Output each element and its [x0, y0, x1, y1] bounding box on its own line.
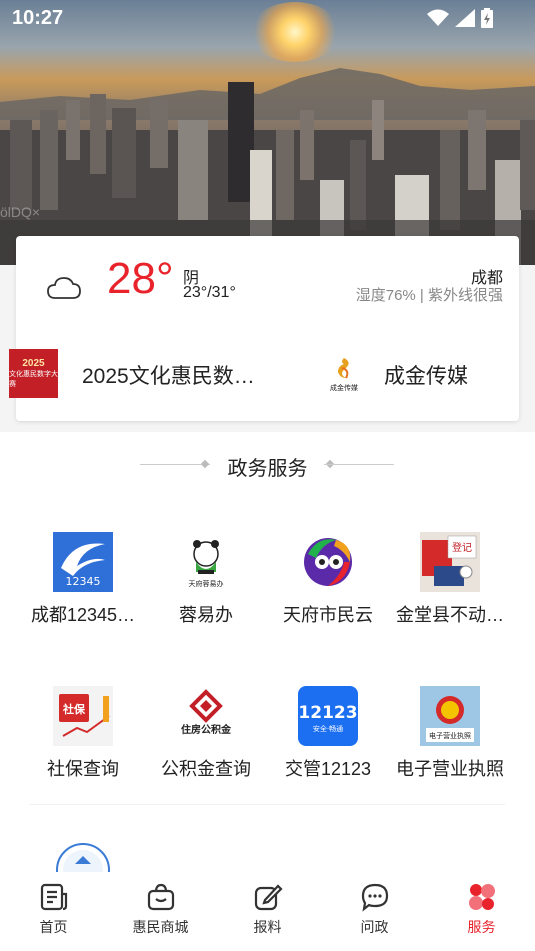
service-item[interactable]: 电子营业执照 电子营业执照 — [389, 686, 511, 781]
service-item[interactable]: 天府蓉易办 蓉易办 — [145, 532, 267, 627]
shopping-bag-icon — [147, 883, 174, 911]
cloudy-icon — [47, 277, 81, 299]
nav-inquiry[interactable]: 问政 — [321, 872, 428, 951]
icon-text: 登记 — [452, 541, 472, 554]
service-item[interactable]: 12345 成都12345… — [22, 532, 144, 627]
wifi-icon — [427, 9, 449, 26]
chengjin-media-logo-icon[interactable]: 成金传媒 — [324, 354, 364, 394]
social-security-icon: 社保 — [53, 686, 113, 746]
service-label: 社保查询 — [47, 759, 119, 779]
icon-subtext: 安全·畅通 — [313, 724, 343, 733]
status-bar: 10:27 — [0, 0, 535, 36]
hero-banner[interactable]: ölDQ× — [0, 0, 535, 265]
weather-details: 湿度76% | 紫外线很强 — [355, 287, 503, 304]
icon-text: 12123 — [298, 703, 357, 723]
icon-text: 电子营业执照 — [429, 731, 471, 740]
service-item[interactable]: 住房公积金 公积金查询 — [145, 686, 267, 781]
service-badge-icon — [53, 840, 113, 872]
service-item[interactable]: 12123 安全·畅通 交管12123 — [267, 686, 389, 781]
thumb-text: 文化惠民数字大赛 — [9, 371, 58, 388]
nav-label: 报料 — [253, 919, 282, 935]
service-item[interactable]: 社保 社保查询 — [22, 686, 144, 781]
thumb-year: 2025 — [22, 358, 45, 369]
service-label: 电子营业执照 — [396, 759, 504, 779]
service-label: 交管12123 — [284, 759, 372, 779]
hero-watermark: ölDQ× — [0, 204, 41, 220]
weather-card[interactable]: 28° 阴 23°/31° 成都 湿度76% | 紫外线很强 2025 文化惠民… — [9, 236, 519, 421]
bottom-navigation: 首页 惠民商城 报料 问政 服务 — [0, 872, 535, 951]
nav-home[interactable]: 首页 — [0, 872, 107, 951]
icon-text: 社保 — [62, 702, 86, 716]
temperature-value: 28° — [107, 254, 174, 303]
promo-row: 2025 文化惠民数字大赛 2025文化惠民数… 成金传媒 成金传媒 — [9, 346, 519, 400]
title-divider-right — [324, 464, 394, 465]
services-icon — [468, 884, 495, 910]
edit-icon — [254, 884, 283, 911]
jintang-property-icon: 登记 — [420, 532, 480, 592]
service-item-partial[interactable] — [22, 840, 144, 872]
service-label: 金堂县不动… — [396, 605, 504, 625]
tianfu-cloud-icon — [298, 532, 358, 592]
business-license-icon: 电子营业执照 — [420, 686, 480, 746]
document-icon — [40, 883, 67, 911]
nav-label: 首页 — [39, 919, 68, 935]
battery-icon — [481, 8, 493, 28]
service-item[interactable]: 登记 金堂县不动… — [389, 532, 511, 627]
icon-text: 住房公积金 — [181, 723, 232, 736]
services-section: 政务服务 12345 成都12345… 天府蓉易办 蓉易办 天府市民云 登记 金… — [0, 432, 535, 872]
chengdu-12345-icon: 12345 — [53, 532, 113, 592]
housing-fund-icon: 住房公积金 — [176, 686, 236, 746]
section-title: 政务服务 — [227, 458, 308, 480]
nav-report[interactable]: 报料 — [214, 872, 321, 951]
service-label: 公积金查询 — [161, 759, 251, 779]
chengjin-media-link[interactable]: 成金传媒 — [384, 360, 468, 390]
cell-signal-icon — [455, 9, 475, 27]
chat-bubble-icon — [361, 883, 388, 912]
service-label: 天府市民云 — [283, 605, 373, 625]
nav-label: 服务 — [467, 919, 496, 935]
status-time: 10:27 — [12, 7, 64, 29]
icon-text: 天府蓉易办 — [189, 579, 224, 588]
media-logo-text: 成金传媒 — [330, 383, 358, 392]
culture-promo-link[interactable]: 2025文化惠民数… — [82, 360, 255, 390]
row-divider — [30, 804, 505, 805]
nav-label: 惠民商城 — [132, 919, 189, 935]
culture-promo-thumbnail[interactable]: 2025 文化惠民数字大赛 — [9, 349, 58, 398]
nav-services[interactable]: 服务 — [428, 872, 535, 951]
icon-text: 12345 — [66, 575, 101, 588]
temperature-range: 23°/31° — [183, 284, 236, 301]
rongyiban-panda-icon: 天府蓉易办 — [176, 532, 236, 592]
status-icons — [427, 8, 493, 28]
service-label: 成都12345… — [30, 605, 136, 625]
service-label: 蓉易办 — [179, 605, 233, 625]
service-item[interactable]: 天府市民云 — [267, 532, 389, 627]
nav-mall[interactable]: 惠民商城 — [107, 872, 214, 951]
traffic-12123-icon: 12123 安全·畅通 — [298, 686, 358, 746]
nav-label: 问政 — [360, 919, 389, 935]
